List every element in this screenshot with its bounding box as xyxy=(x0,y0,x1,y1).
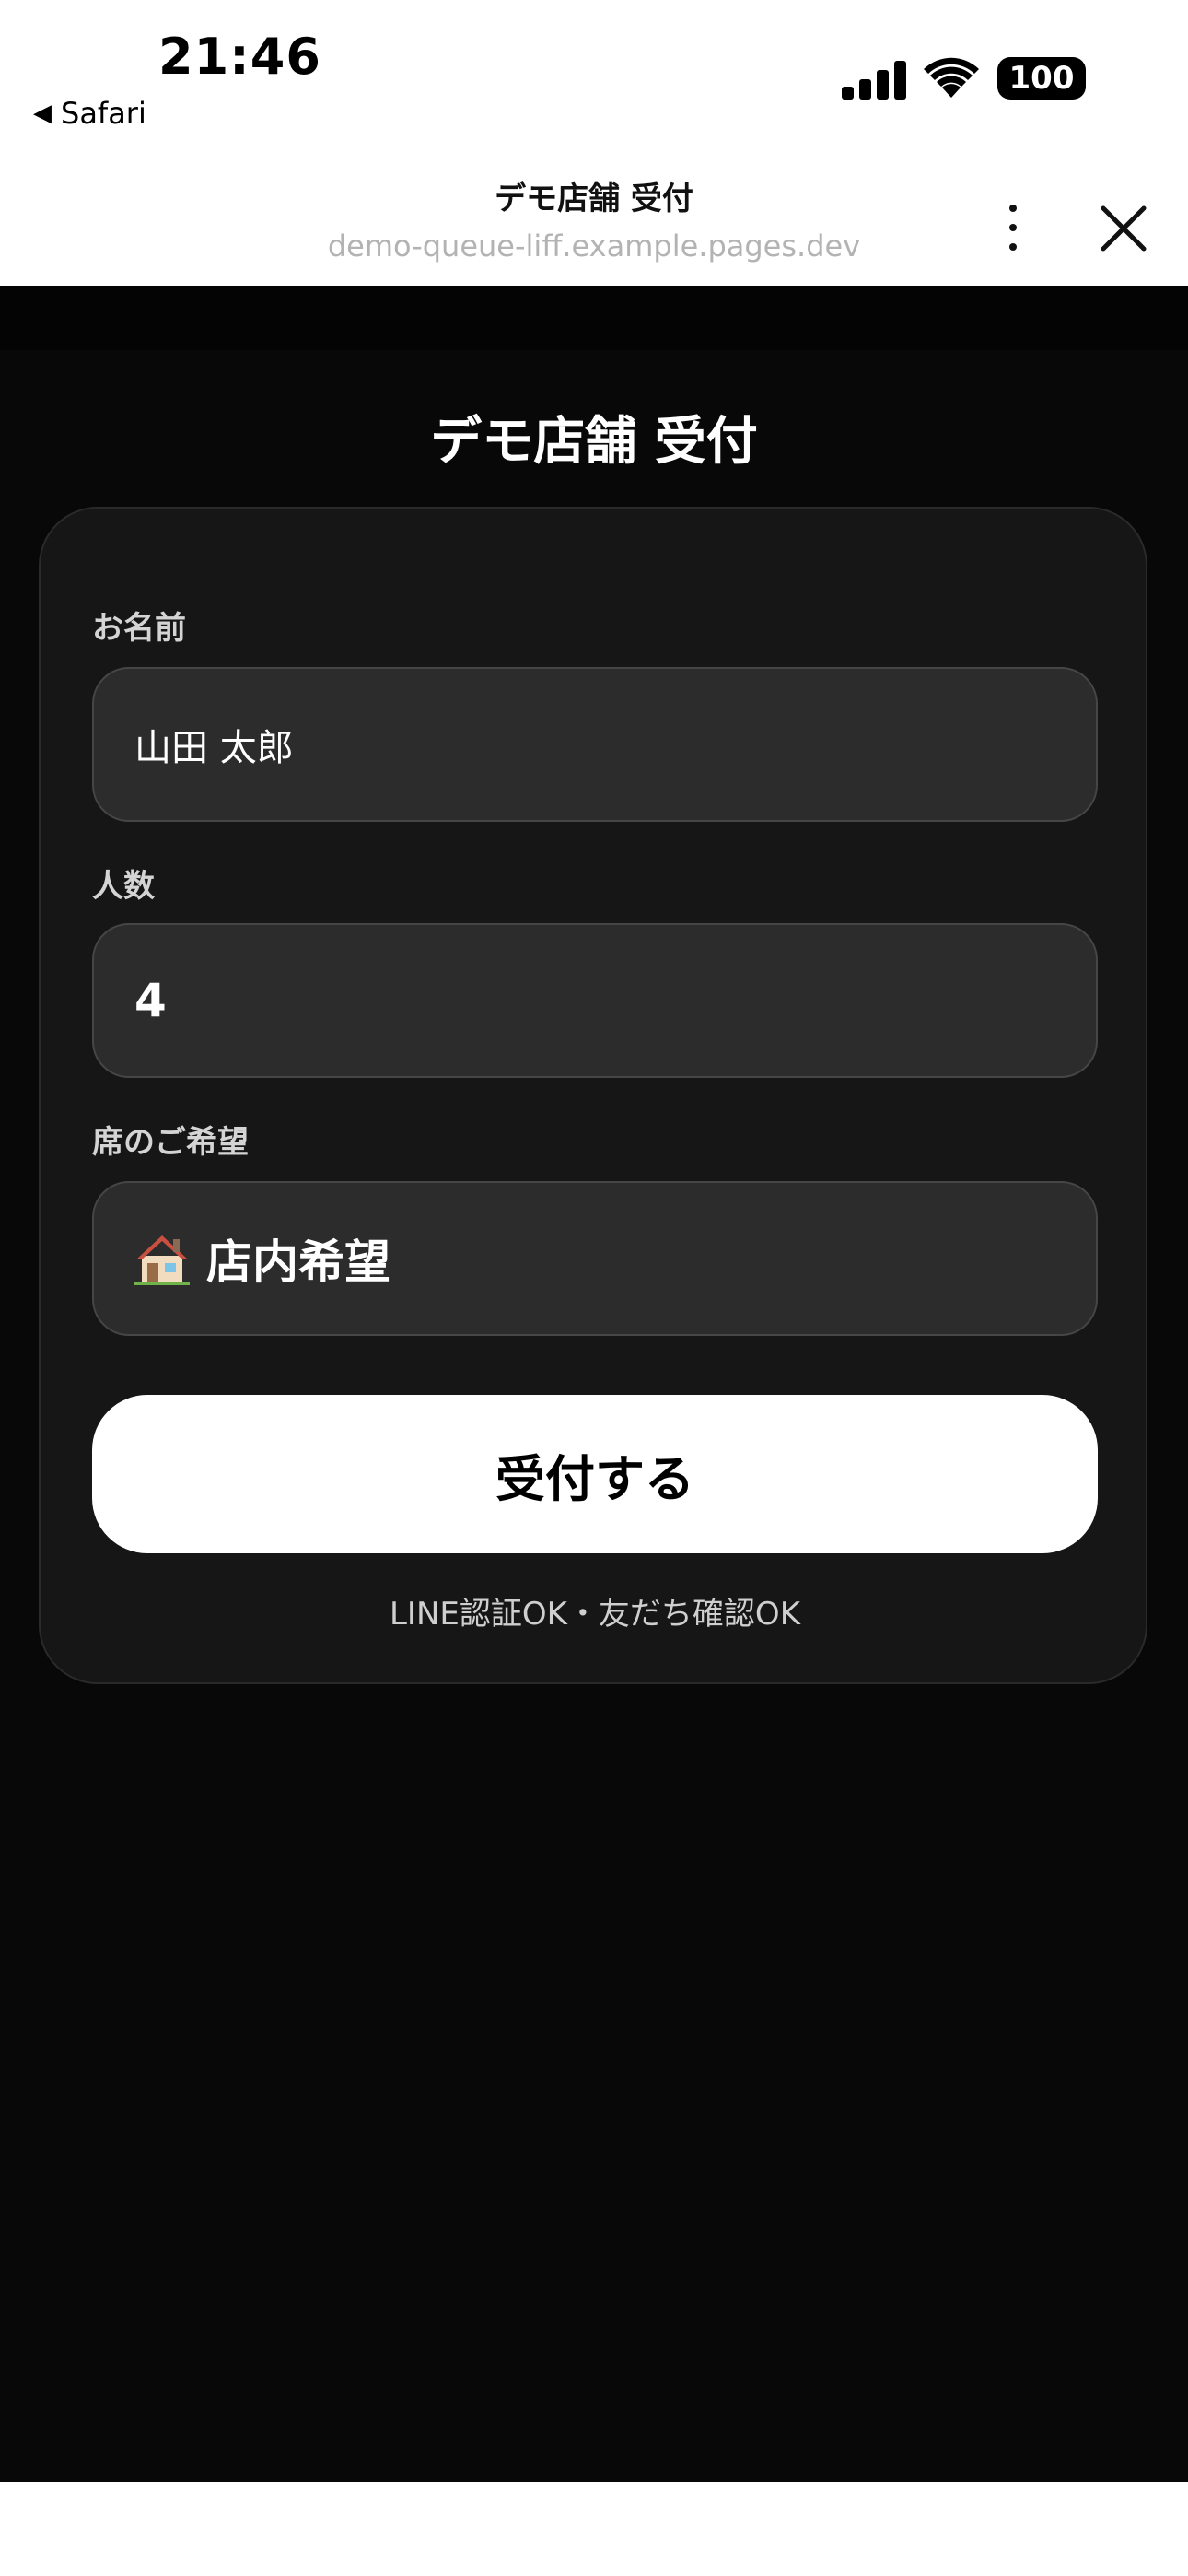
auth-status-text: LINE認証OK・友だち確認OK xyxy=(389,1596,800,1633)
submit-button[interactable]: 受付する xyxy=(92,1395,1098,1553)
app-content: デモ店舗 受付 お名前 山田 太郎 人数 4 席のご希望 店内希望 受付する L… xyxy=(0,286,1188,2482)
liff-header: デモ店舗 受付 demo-queue-liff.example.pages.de… xyxy=(0,147,1188,286)
more-options-button[interactable] xyxy=(987,195,1039,260)
battery-tip xyxy=(1079,70,1085,87)
wifi-icon xyxy=(923,53,980,100)
seat-preference-select[interactable]: 店内希望 xyxy=(92,1181,1098,1336)
close-icon xyxy=(1101,205,1147,252)
party-size-label: 人数 xyxy=(92,868,155,905)
name-label: お名前 xyxy=(92,610,186,647)
battery-level: 100 xyxy=(1008,60,1075,97)
party-size-value: 4 xyxy=(134,974,167,1027)
name-input[interactable]: 山田 太郎 xyxy=(92,667,1098,822)
reception-form-card: お名前 山田 太郎 人数 4 席のご希望 店内希望 受付する LINE認証OK・… xyxy=(39,507,1147,1684)
more-dot-icon xyxy=(1009,243,1017,251)
cellular-signal-icon xyxy=(842,61,906,100)
back-triangle-icon: ◀ xyxy=(33,100,52,127)
close-button[interactable] xyxy=(1094,199,1153,258)
more-dot-icon xyxy=(1009,205,1017,212)
back-to-safari-button[interactable]: ◀ Safari xyxy=(33,96,146,131)
page-title: デモ店舗 受付 xyxy=(430,412,758,472)
content-top-strip xyxy=(0,286,1188,350)
battery-icon: 100 xyxy=(997,57,1086,100)
status-time: 21:46 xyxy=(158,28,321,86)
screen: 21:46 ◀ Safari 100 デモ店舗 受付 demo-queue-li… xyxy=(0,0,1188,2576)
seat-preference-label: 席のご希望 xyxy=(92,1124,249,1161)
seat-preference-value: 店内希望 xyxy=(206,1235,390,1289)
bottom-safe-area xyxy=(0,2482,1188,2576)
more-dot-icon xyxy=(1009,224,1017,231)
name-input-value: 山田 太郎 xyxy=(134,727,294,769)
house-icon xyxy=(134,1235,190,1285)
status-bar: 21:46 ◀ Safari 100 xyxy=(0,0,1188,147)
party-size-input[interactable]: 4 xyxy=(92,923,1098,1078)
back-app-label: Safari xyxy=(61,96,146,131)
